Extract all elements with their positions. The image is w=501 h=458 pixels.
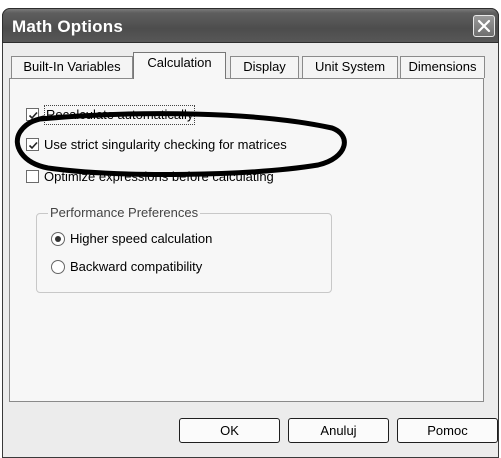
tab-built-in-variables[interactable]: Built-In Variables bbox=[11, 56, 133, 78]
tab-label: Built-In Variables bbox=[23, 59, 121, 74]
tab-dimensions[interactable]: Dimensions bbox=[400, 56, 485, 78]
ok-button[interactable]: OK bbox=[179, 418, 280, 443]
checkmark-icon bbox=[28, 111, 38, 120]
close-icon bbox=[477, 19, 491, 33]
checkbox-label: Use strict singularity checking for matr… bbox=[44, 137, 287, 152]
radio-button[interactable] bbox=[51, 260, 65, 274]
tab-label: Dimensions bbox=[408, 59, 477, 74]
tab-label: Unit System bbox=[314, 59, 386, 74]
close-button[interactable] bbox=[473, 15, 495, 37]
radio-label: Backward compatibility bbox=[70, 259, 203, 274]
button-label: Anuluj bbox=[320, 423, 357, 438]
title-bar[interactable]: Math Options bbox=[2, 8, 499, 43]
checkbox-box[interactable] bbox=[26, 108, 39, 121]
cancel-button[interactable]: Anuluj bbox=[288, 418, 389, 443]
checkbox-box[interactable] bbox=[26, 138, 39, 151]
radio-selected-dot bbox=[55, 236, 61, 242]
tab-label: Display bbox=[243, 59, 286, 74]
radio-label: Higher speed calculation bbox=[70, 231, 213, 246]
dialog-title: Math Options bbox=[12, 17, 123, 36]
checkbox-label: Recalculate automatically bbox=[44, 105, 196, 125]
button-label: OK bbox=[220, 423, 239, 438]
checkbox-label: Optimize expressions before calculating bbox=[44, 169, 274, 184]
performance-group bbox=[36, 213, 332, 293]
checkbox-box[interactable] bbox=[26, 170, 39, 183]
checkmark-icon bbox=[28, 141, 38, 150]
button-label: Pomoc bbox=[427, 423, 468, 438]
tab-label: Calculation bbox=[147, 55, 212, 70]
tab-calculation[interactable]: Calculation bbox=[133, 52, 226, 79]
performance-legend: Performance Preferences bbox=[48, 205, 201, 220]
tab-display[interactable]: Display bbox=[230, 56, 299, 78]
radio-button[interactable] bbox=[51, 232, 65, 246]
tab-unit-system[interactable]: Unit System bbox=[302, 56, 398, 78]
help-button[interactable]: Pomoc bbox=[397, 418, 498, 443]
